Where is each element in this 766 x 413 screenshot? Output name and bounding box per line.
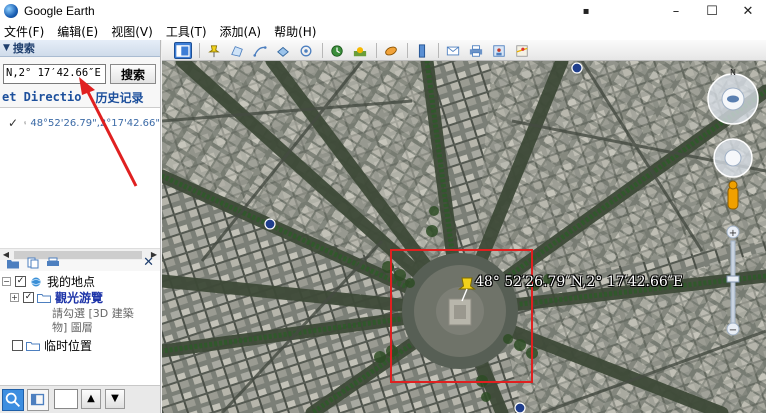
- close-button[interactable]: ✕: [728, 0, 766, 22]
- places-tree: − ✓ 我的地点 + ✓ 觀光游覽 請勾選 [3D 建築 物] 圖層 临时位置: [0, 271, 160, 385]
- save-image-icon[interactable]: [490, 42, 508, 59]
- menu-help[interactable]: 帮助(H): [270, 23, 325, 40]
- location-pin-icon: [24, 121, 27, 125]
- sightseeing-label: 觀光游覽: [55, 291, 104, 305]
- move-down-icon[interactable]: ▼: [105, 389, 125, 409]
- placemark-coordinate-label: 48° 52′26.79″N,2° 17′42.66″E: [475, 274, 684, 290]
- tree-node-temp-places[interactable]: 临时位置: [8, 337, 92, 354]
- folder-icon: [26, 341, 40, 351]
- checkbox-temp-places[interactable]: [12, 340, 23, 351]
- map-view[interactable]: N + − 48° 52′26.79″N,2° 17′42.66″E: [162, 61, 766, 413]
- search-input[interactable]: N,2° 17′42.66″E: [3, 64, 106, 84]
- globe-icon: [31, 277, 41, 286]
- svg-text:+: +: [729, 228, 737, 239]
- window-title: Google Earth: [24, 4, 95, 18]
- add-folder-icon[interactable]: [6, 257, 20, 269]
- toolbar-separator: [376, 43, 377, 58]
- tab-history[interactable]: 历史记录: [95, 89, 143, 106]
- tab-get-directions[interactable]: et Directio: [2, 90, 81, 104]
- list-item[interactable]: ✓ 48°52'26.79",2°17'42.66": [0, 115, 160, 131]
- ruler-icon[interactable]: [413, 42, 431, 59]
- sunlight-icon[interactable]: [351, 42, 369, 59]
- menu-view[interactable]: 视图(V): [107, 23, 162, 40]
- print-icon[interactable]: [467, 42, 485, 59]
- results-toolbar: ✕: [0, 253, 160, 273]
- record-tour-icon[interactable]: [297, 42, 315, 59]
- menu-edit[interactable]: 编辑(E): [53, 23, 107, 40]
- google-maps-icon[interactable]: [513, 42, 531, 59]
- toolbar-separator: [322, 43, 323, 58]
- folder-icon: [37, 293, 51, 303]
- checkbox-sightseeing[interactable]: ✓: [23, 292, 34, 303]
- menu-add[interactable]: 添加(A): [216, 23, 271, 40]
- toolbar-separator: [199, 43, 200, 58]
- search-row: N,2° 17′42.66″E 搜索: [3, 64, 159, 84]
- cursor-indicator-icon: ▪: [582, 5, 590, 17]
- temp-places-label: 临时位置: [44, 339, 93, 353]
- menu-file[interactable]: 文件(F): [0, 23, 53, 40]
- add-polygon-icon[interactable]: [228, 42, 246, 59]
- add-path-icon[interactable]: [251, 42, 269, 59]
- opacity-field[interactable]: [54, 389, 78, 409]
- search-button[interactable]: 搜索: [110, 64, 156, 84]
- google-earth-icon: [4, 4, 18, 18]
- highlight-box: [390, 249, 533, 383]
- add-placemark-icon[interactable]: [205, 42, 223, 59]
- title-bar: Google Earth ▪ – ☐ ✕: [0, 0, 766, 22]
- toolbar-separator: [407, 43, 408, 58]
- sightseeing-note-2: 物] 圖層: [52, 321, 93, 334]
- copy-icon[interactable]: [26, 257, 40, 269]
- result-coordinates: 48°52'26.79",2°17'42.66": [30, 117, 160, 129]
- expand-icon[interactable]: +: [10, 293, 19, 302]
- email-icon[interactable]: [444, 42, 462, 59]
- my-places-label: 我的地点: [47, 275, 96, 289]
- svg-text:−: −: [729, 325, 737, 336]
- move-up-icon[interactable]: ▲: [81, 389, 101, 409]
- search-section-header[interactable]: ▼ 搜索: [0, 40, 160, 57]
- sidebar-panel: ▼ 搜索 N,2° 17′42.66″E 搜索 et Directio 历史记录…: [0, 40, 161, 413]
- search-places-icon[interactable]: [2, 389, 24, 411]
- menu-tools[interactable]: 工具(T): [162, 23, 216, 40]
- toolbar-separator: [438, 43, 439, 58]
- checkbox-my-places[interactable]: ✓: [15, 276, 26, 287]
- checkmark-icon: ✓: [8, 116, 19, 130]
- collapse-triangle-icon: ▼: [3, 43, 10, 53]
- maximize-button[interactable]: ☐: [692, 0, 732, 22]
- minimize-button[interactable]: –: [656, 0, 696, 22]
- svg-text:N: N: [730, 68, 736, 77]
- main-toolbar: [162, 40, 766, 61]
- print-icon[interactable]: [46, 257, 60, 269]
- add-image-overlay-icon[interactable]: [274, 42, 292, 59]
- switch-planet-icon[interactable]: [382, 42, 400, 59]
- search-section-title: 搜索: [12, 42, 35, 55]
- tree-node-my-places[interactable]: − ✓ 我的地点: [2, 273, 95, 290]
- collapse-icon[interactable]: −: [2, 277, 11, 286]
- sightseeing-note-line2: 物] 圖層: [52, 319, 93, 335]
- search-results: ✓ 48°52'26.79",2°17'42.66": [0, 107, 160, 252]
- tree-node-sightseeing[interactable]: + ✓ 觀光游覽: [10, 289, 103, 306]
- layers-toolbar: ▲ ▼: [0, 385, 160, 413]
- menu-bar: 文件(F) 编辑(E) 视图(V) 工具(T) 添加(A) 帮助(H): [0, 22, 766, 40]
- hide-sidebar-icon[interactable]: [174, 42, 192, 59]
- search-tabs: et Directio 历史记录: [0, 88, 160, 106]
- close-results-icon[interactable]: ✕: [143, 255, 154, 270]
- sidebar-toggle-icon[interactable]: [27, 389, 49, 411]
- historical-imagery-icon[interactable]: [328, 42, 346, 59]
